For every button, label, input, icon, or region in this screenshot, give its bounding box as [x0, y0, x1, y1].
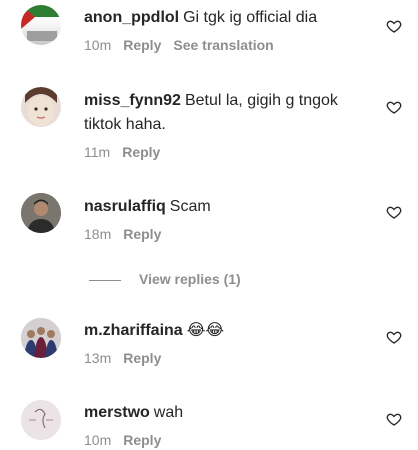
username[interactable]: m.zhariffaina — [84, 322, 183, 339]
see-translation-button[interactable]: See translation — [173, 37, 273, 53]
comment-text: Gi tgk ig official dia — [183, 9, 318, 26]
avatar[interactable] — [21, 87, 61, 127]
timestamp: 13m — [84, 350, 112, 366]
username[interactable]: nasrulaffiq — [84, 198, 166, 215]
timestamp: 10m — [84, 37, 112, 53]
heart-icon[interactable] — [386, 99, 402, 115]
avatar[interactable] — [21, 400, 61, 440]
avatar[interactable] — [21, 318, 61, 358]
reply-button[interactable]: Reply — [123, 432, 161, 448]
reply-button[interactable]: Reply — [122, 144, 160, 160]
timestamp: 10m — [84, 432, 112, 448]
username[interactable]: anon_ppdlol — [84, 9, 179, 26]
heart-icon[interactable] — [386, 204, 402, 220]
comment-text: 😂😂 — [186, 320, 225, 339]
view-replies-label[interactable]: View replies (1) — [139, 271, 241, 287]
avatar[interactable] — [21, 193, 61, 233]
comment-text: wah — [153, 404, 184, 421]
username[interactable]: merstwo — [84, 404, 150, 421]
timestamp: 11m — [84, 144, 111, 160]
heart-icon[interactable] — [386, 329, 402, 345]
avatar[interactable] — [21, 5, 61, 45]
username[interactable]: miss_fynn92 — [84, 92, 181, 109]
reply-button[interactable]: Reply — [123, 37, 161, 53]
timestamp: 18m — [84, 226, 112, 242]
divider — [89, 280, 121, 281]
comment-text: Scam — [169, 198, 211, 215]
reply-button[interactable]: Reply — [123, 350, 161, 366]
heart-icon[interactable] — [386, 411, 402, 427]
reply-button[interactable]: Reply — [123, 226, 161, 242]
heart-icon[interactable] — [386, 18, 402, 34]
